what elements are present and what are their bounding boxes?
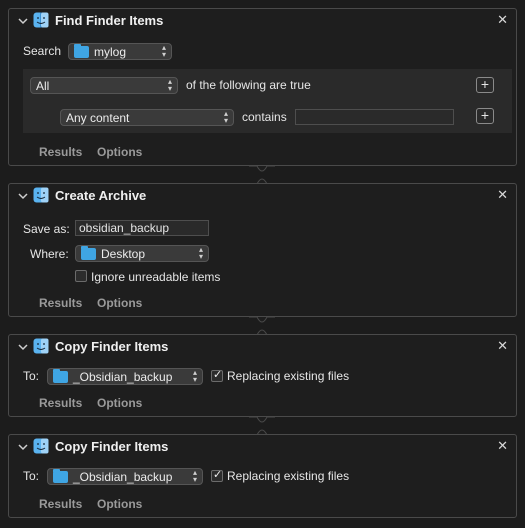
results-tab[interactable]: Results (39, 145, 82, 159)
save-as-label: Save as: (23, 222, 70, 236)
to-label: To: (23, 369, 40, 383)
folder-icon (74, 44, 89, 58)
replacing-existing-checkbox[interactable] (211, 368, 223, 382)
condition-popup[interactable]: Any content ▴ ▾ (60, 109, 234, 126)
save-as-field[interactable]: obsidian_backup (75, 220, 209, 236)
search-location-popup[interactable]: mylog ▴ ▾ (68, 43, 172, 60)
search-location-value: mylog (94, 45, 127, 59)
where-label: Where: (30, 247, 69, 261)
finder-icon (33, 338, 49, 354)
close-icon[interactable]: ✕ (497, 187, 508, 203)
chevron-down-icon[interactable] (17, 441, 29, 453)
action-copy-finder-items-2: Copy Finder Items ✕ To: _Obsidian_backup… (8, 434, 517, 518)
popup-arrows-icon: ▴ ▾ (223, 109, 228, 125)
folder-icon (81, 246, 96, 260)
popup-arrows-icon: ▴ ▾ (192, 368, 197, 384)
close-icon[interactable]: ✕ (497, 338, 508, 354)
of-following-label: of the following are true (186, 78, 311, 92)
options-tab[interactable]: Options (97, 296, 142, 310)
connector-notch (249, 166, 275, 184)
ignore-unreadable-checkbox[interactable] (75, 270, 87, 282)
finder-icon (33, 438, 49, 454)
to-value: _Obsidian_backup (73, 470, 173, 484)
action-header: Find Finder Items ✕ (9, 9, 516, 35)
where-popup[interactable]: Desktop ▴ ▾ (75, 245, 209, 262)
close-icon[interactable]: ✕ (497, 12, 508, 28)
action-footer: Results Options (9, 292, 516, 316)
action-copy-finder-items: Copy Finder Items ✕ To: _Obsidian_backup… (8, 334, 517, 417)
replacing-existing-checkbox[interactable] (211, 468, 223, 482)
chevron-down-icon[interactable] (17, 15, 29, 27)
action-title: Copy Finder Items (55, 439, 169, 454)
folder-icon (53, 469, 68, 483)
options-tab[interactable]: Options (97, 145, 142, 159)
contains-label: contains (242, 110, 287, 124)
condition-value: Any content (66, 111, 130, 125)
options-tab[interactable]: Options (97, 497, 142, 511)
finder-icon (33, 187, 49, 203)
to-value: _Obsidian_backup (73, 370, 173, 384)
all-any-popup[interactable]: All ▴ ▾ (30, 77, 178, 94)
chevron-down-icon[interactable] (17, 341, 29, 353)
action-title: Copy Finder Items (55, 339, 169, 354)
results-tab[interactable]: Results (39, 497, 82, 511)
to-popup[interactable]: _Obsidian_backup ▴ ▾ (47, 368, 203, 385)
action-title: Find Finder Items (55, 13, 164, 28)
add-criteria-button[interactable]: + (476, 77, 494, 93)
folder-icon (53, 369, 68, 383)
action-create-archive: Create Archive ✕ Save as: obsidian_backu… (8, 183, 517, 317)
close-icon[interactable]: ✕ (497, 438, 508, 454)
to-popup[interactable]: _Obsidian_backup ▴ ▾ (47, 468, 203, 485)
to-label: To: (23, 469, 40, 483)
connector-notch (249, 317, 275, 335)
connector-notch (249, 417, 275, 435)
where-value: Desktop (101, 247, 146, 261)
popup-arrows-icon: ▴ ▾ (161, 43, 166, 59)
action-header: Create Archive ✕ (9, 184, 516, 210)
action-footer: Results Options (9, 493, 516, 517)
action-header: Copy Finder Items ✕ (9, 435, 516, 461)
action-footer: Results Options (9, 392, 516, 416)
results-tab[interactable]: Results (39, 396, 82, 410)
popup-arrows-icon: ▴ ▾ (192, 468, 197, 484)
replacing-existing-label: Replacing existing files (227, 369, 350, 383)
replacing-existing-label: Replacing existing files (227, 469, 350, 483)
finder-icon (33, 12, 49, 28)
popup-arrows-icon: ▴ ▾ (167, 77, 172, 93)
search-label: Search (23, 44, 62, 58)
results-tab[interactable]: Results (39, 296, 82, 310)
action-footer: Results Options (9, 141, 516, 165)
all-any-value: All (36, 79, 50, 93)
add-condition-button[interactable]: + (476, 108, 494, 124)
action-title: Create Archive (55, 188, 147, 203)
options-tab[interactable]: Options (97, 396, 142, 410)
action-find-finder-items: Find Finder Items ✕ Search mylog ▴ ▾ All … (8, 8, 517, 166)
popup-arrows-icon: ▴ ▾ (198, 245, 203, 261)
ignore-unreadable-label: Ignore unreadable items (91, 270, 221, 284)
contains-field[interactable] (295, 109, 454, 125)
chevron-down-icon[interactable] (17, 190, 29, 202)
action-header: Copy Finder Items ✕ (9, 335, 516, 361)
